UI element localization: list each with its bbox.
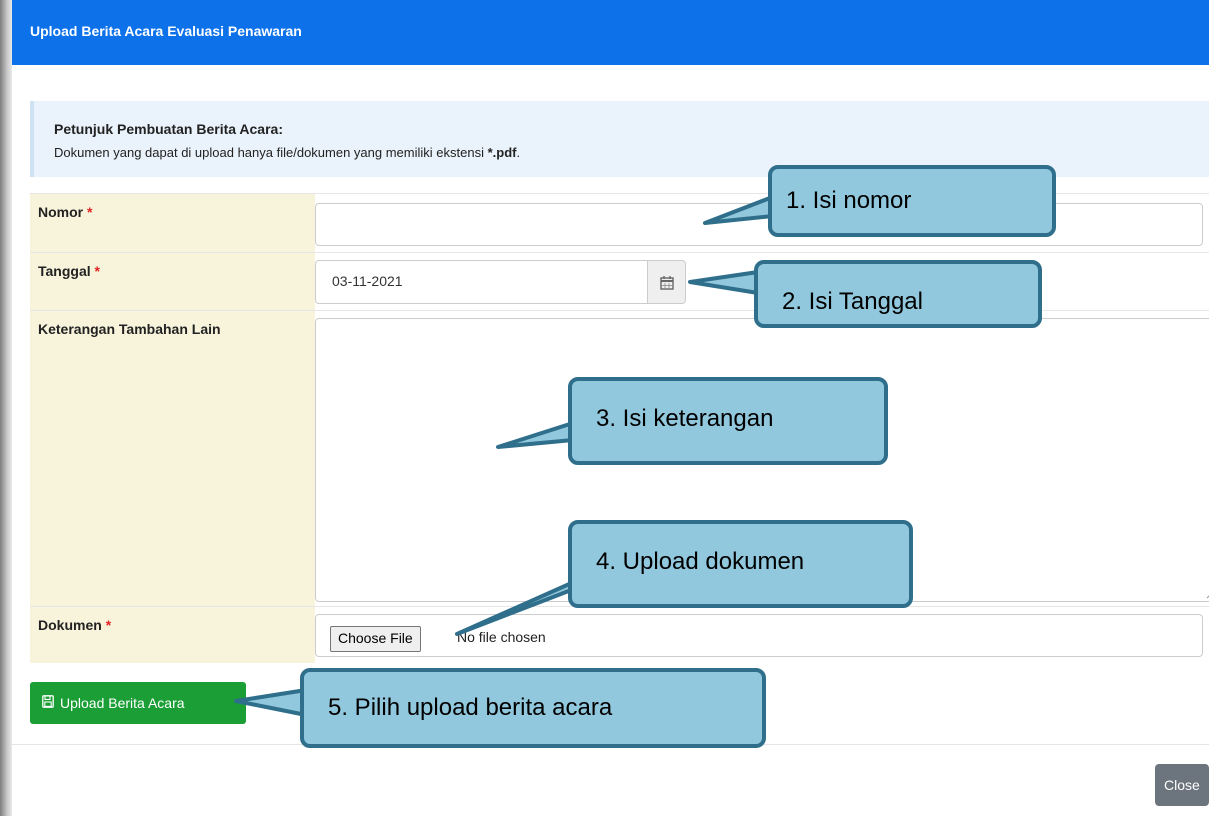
callout-3-pointer — [496, 421, 575, 449]
callout-2-pointer — [688, 270, 760, 295]
screenshot-frame: Upload Berita Acara Evaluasi Penawaran P… — [0, 0, 1209, 816]
callout-3-text: 3. Isi keterangan — [596, 405, 774, 432]
callout-1: 1. Isi nomor — [768, 165, 1056, 237]
callout-5-pointer — [234, 688, 308, 717]
callout-3: 3. Isi keterangan — [568, 377, 888, 465]
callout-1-text: 1. Isi nomor — [786, 187, 912, 214]
callout-4-text: 4. Upload dokumen — [596, 548, 805, 575]
callout-5: 5. Pilih upload berita acara — [300, 668, 766, 748]
callout-2-text: 2. Isi Tanggal — [782, 288, 923, 315]
callout-4: 4. Upload dokumen — [568, 520, 913, 608]
callout-2: 2. Isi Tanggal — [754, 260, 1042, 328]
callout-5-text: 5. Pilih upload berita acara — [328, 694, 613, 721]
